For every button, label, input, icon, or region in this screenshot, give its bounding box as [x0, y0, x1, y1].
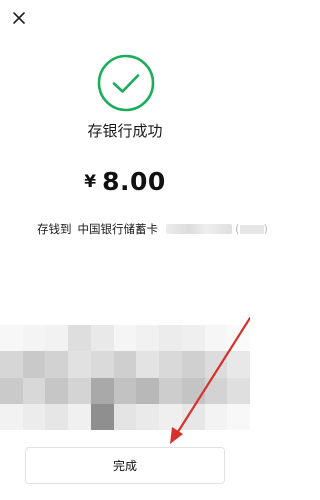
done-button[interactable]: 完成	[25, 447, 225, 484]
check-circle-icon	[97, 54, 155, 112]
pixelated-ad-banner	[0, 325, 250, 430]
close-button[interactable]	[9, 8, 29, 28]
done-button-label: 完成	[112, 459, 137, 473]
amount-display: ¥8.00	[0, 167, 250, 196]
card-suffix-masked	[239, 224, 264, 234]
deposit-detail: 存钱到 中国银行储蓄卡 ( )	[37, 221, 268, 237]
close-icon	[13, 12, 25, 24]
masked-card-number	[166, 224, 232, 234]
currency-symbol: ¥	[84, 172, 97, 192]
result-title: 存银行成功	[87, 122, 163, 140]
amount-value: 8.00	[102, 167, 166, 196]
card-suffix-close: )	[263, 222, 269, 236]
bank-card-name: 中国银行储蓄卡	[77, 222, 159, 236]
deposit-label: 存钱到	[37, 222, 72, 236]
